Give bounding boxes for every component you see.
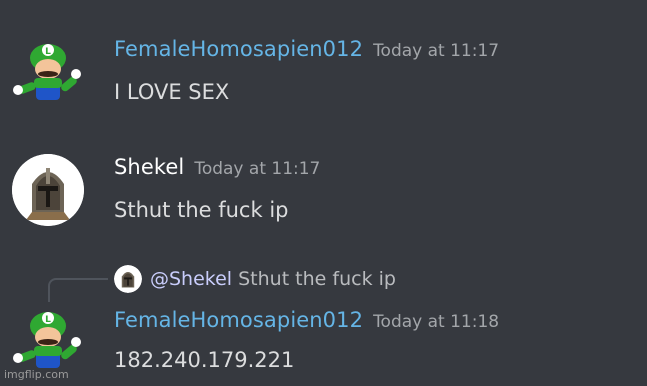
timestamp: Today at 11:18	[373, 312, 500, 332]
watermark: imgflip.com	[4, 368, 69, 381]
message-content: Sthut the fuck ip	[114, 198, 289, 222]
svg-text:L: L	[45, 47, 51, 57]
username[interactable]: FemaleHomosapien012	[114, 37, 363, 61]
luigi-avatar[interactable]: L	[12, 304, 84, 376]
username[interactable]: Shekel	[114, 155, 184, 179]
reply-connector	[48, 278, 108, 302]
username[interactable]: FemaleHomosapien012	[114, 308, 363, 332]
luigi-avatar[interactable]: L	[12, 36, 84, 108]
message-content: I LOVE SEX	[114, 80, 230, 104]
message-header: FemaleHomosapien012 Today at 11:18	[114, 308, 499, 332]
svg-text:L: L	[45, 315, 51, 325]
helmet-avatar	[114, 265, 142, 293]
reply-preview[interactable]: @Shekel Sthut the fuck ip	[114, 264, 396, 294]
timestamp: Today at 11:17	[194, 159, 321, 179]
helmet-avatar[interactable]	[12, 154, 84, 226]
timestamp: Today at 11:17	[373, 41, 500, 61]
message-header: Shekel Today at 11:17	[114, 155, 320, 179]
reply-mention[interactable]: @Shekel	[150, 268, 232, 290]
message-content: 182.240.179.221	[114, 348, 295, 372]
reply-text: Sthut the fuck ip	[238, 268, 396, 290]
message-header: FemaleHomosapien012 Today at 11:17	[114, 37, 499, 61]
